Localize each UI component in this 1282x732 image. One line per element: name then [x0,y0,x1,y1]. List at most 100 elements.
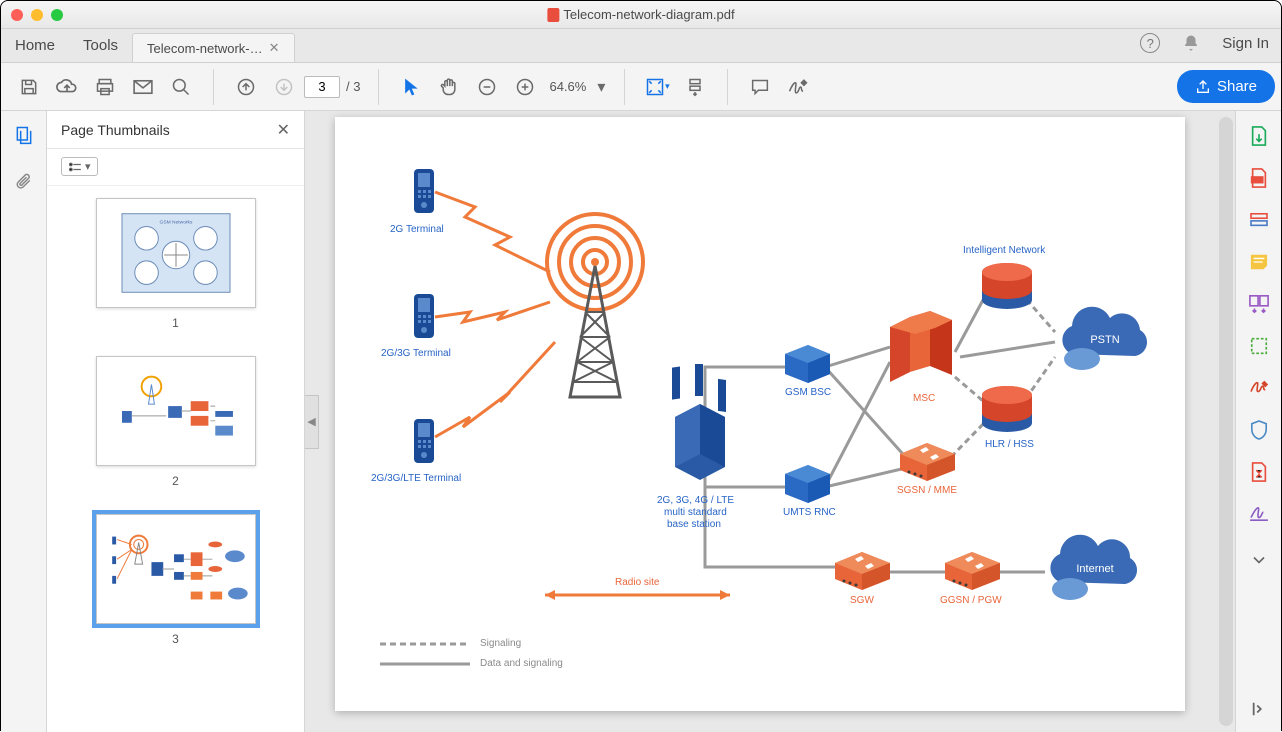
prev-page-button[interactable] [228,69,264,105]
search-button[interactable] [163,69,199,105]
next-page-button[interactable] [266,69,302,105]
maximize-window-button[interactable] [51,9,63,21]
thumbnail-page-3[interactable] [96,514,256,624]
fit-icon [645,77,665,97]
internet-cloud-icon: Internet [1035,537,1150,605]
fit-page-button[interactable]: ▾ [639,69,675,105]
attachments-rail-button[interactable] [15,172,33,197]
thumb1-preview: GSM Networks [97,199,255,307]
email-button[interactable] [125,69,161,105]
cursor-icon [402,77,420,97]
compress-button[interactable] [1248,461,1270,483]
more-tools-button[interactable] [1248,549,1270,571]
save-button[interactable] [11,69,47,105]
label-2g-terminal: 2G Terminal [390,224,444,235]
base-station-icon [655,362,745,482]
edit-pdf-button[interactable] [1248,209,1270,231]
minimize-window-button[interactable] [31,9,43,21]
thumbnails-rail-button[interactable] [14,125,34,150]
document-canvas[interactable]: ◀ [305,111,1235,732]
print-button[interactable] [87,69,123,105]
sign-in-button[interactable]: Sign In [1222,35,1269,52]
collapse-right-icon [1251,701,1267,717]
thumbnails-list: GSM Networks 1 2 [47,186,304,732]
svg-text:GSM Networks: GSM Networks [159,219,192,225]
zoom-in-button[interactable] [507,69,543,105]
pdf-page: PSTN Internet 2G Terminal 2G/3G Terminal… [335,117,1185,711]
redact-button[interactable] [1248,377,1270,399]
printer-icon [95,77,115,97]
thumbnail-page-1-number: 1 [172,316,179,330]
thumbnails-header: Page Thumbnails ✕ [47,111,304,149]
zoom-level-label: 64.6% [545,79,590,94]
thumbnail-page-2[interactable] [96,356,256,466]
svg-text:Internet: Internet [1076,563,1113,575]
comment-button[interactable] [742,69,778,105]
notifications-button[interactable] [1182,34,1200,52]
sign-button[interactable] [780,69,816,105]
pages-icon [14,125,34,145]
label-sgsn: SGSN / MME [897,485,957,496]
collapse-right-rail-button[interactable] [1248,698,1270,720]
label-base-l3: base station [667,519,721,530]
label-radio-site: Radio site [615,577,659,588]
pointer-tool-button[interactable] [393,69,429,105]
tab-document[interactable]: Telecom-network-… ✕ [132,33,295,62]
diagram-lines [335,117,1185,711]
gsm-bsc-icon [780,342,835,384]
window-controls [11,9,63,21]
sgw-router-icon [830,549,895,591]
floppy-icon [19,77,39,97]
vertical-scrollbar[interactable] [1219,117,1233,726]
close-tab-icon[interactable]: ✕ [269,40,280,56]
share-button[interactable]: Share [1177,70,1275,103]
thumbnail-page-1[interactable]: GSM Networks [96,198,256,308]
tab-home[interactable]: Home [1,29,69,62]
thumbnail-page-3-number: 3 [172,632,179,646]
label-umts-rnc: UMTS RNC [783,507,836,518]
close-window-button[interactable] [11,9,23,21]
window-title: Telecom-network-diagram.pdf [547,7,734,22]
combine-button[interactable] [1248,293,1270,315]
thumbnails-title: Page Thumbnails [61,122,170,138]
thumbnails-panel: Page Thumbnails ✕ ▾ GSM Networks 1 [47,111,305,732]
zoom-dropdown-button[interactable]: ▾ [592,69,610,105]
umts-rnc-icon [780,462,835,504]
organize-icon [1249,336,1269,356]
fill-sign-pen-icon [1248,506,1270,522]
titlebar: Telecom-network-diagram.pdf [1,1,1281,29]
thumbnails-options-button[interactable]: ▾ [61,157,98,176]
export-pdf-button[interactable] [1248,125,1270,147]
label-gsm-bsc: GSM BSC [785,387,831,398]
fill-sign-button[interactable] [1248,503,1270,525]
collapse-sidebar-button[interactable]: ◀ [305,395,319,449]
organize-button[interactable] [1248,335,1270,357]
combine-icon [1248,294,1270,314]
create-pdf-button[interactable] [1248,167,1270,189]
scroll-icon [685,77,705,97]
help-button[interactable]: ? [1140,33,1160,53]
edit-rows-icon [1249,212,1269,228]
zoom-out-button[interactable] [469,69,505,105]
envelope-icon [132,79,154,95]
main-area: Page Thumbnails ✕ ▾ GSM Networks 1 [1,111,1281,732]
page-number-input[interactable] [304,76,340,98]
ggsn-router-icon [940,549,1005,591]
close-thumbnails-button[interactable]: ✕ [277,120,290,140]
tab-tools[interactable]: Tools [69,29,132,62]
left-rail [1,111,47,732]
thumbnails-options: ▾ [47,149,304,186]
scroll-mode-button[interactable] [677,69,713,105]
tabbar: Home Tools Telecom-network-… ✕ ? Sign In [1,29,1281,63]
protect-button[interactable] [1248,419,1270,441]
export-doc-icon [1249,125,1269,147]
hand-icon [439,77,459,97]
comment-panel-button[interactable] [1248,251,1270,273]
pdf-icon [547,8,559,22]
options-icon [68,162,82,172]
label-hlr: HLR / HSS [985,439,1034,450]
cloud-upload-button[interactable] [49,69,85,105]
pdf-doc-icon [1249,167,1269,189]
hand-tool-button[interactable] [431,69,467,105]
phone-2g-icon [410,167,438,217]
